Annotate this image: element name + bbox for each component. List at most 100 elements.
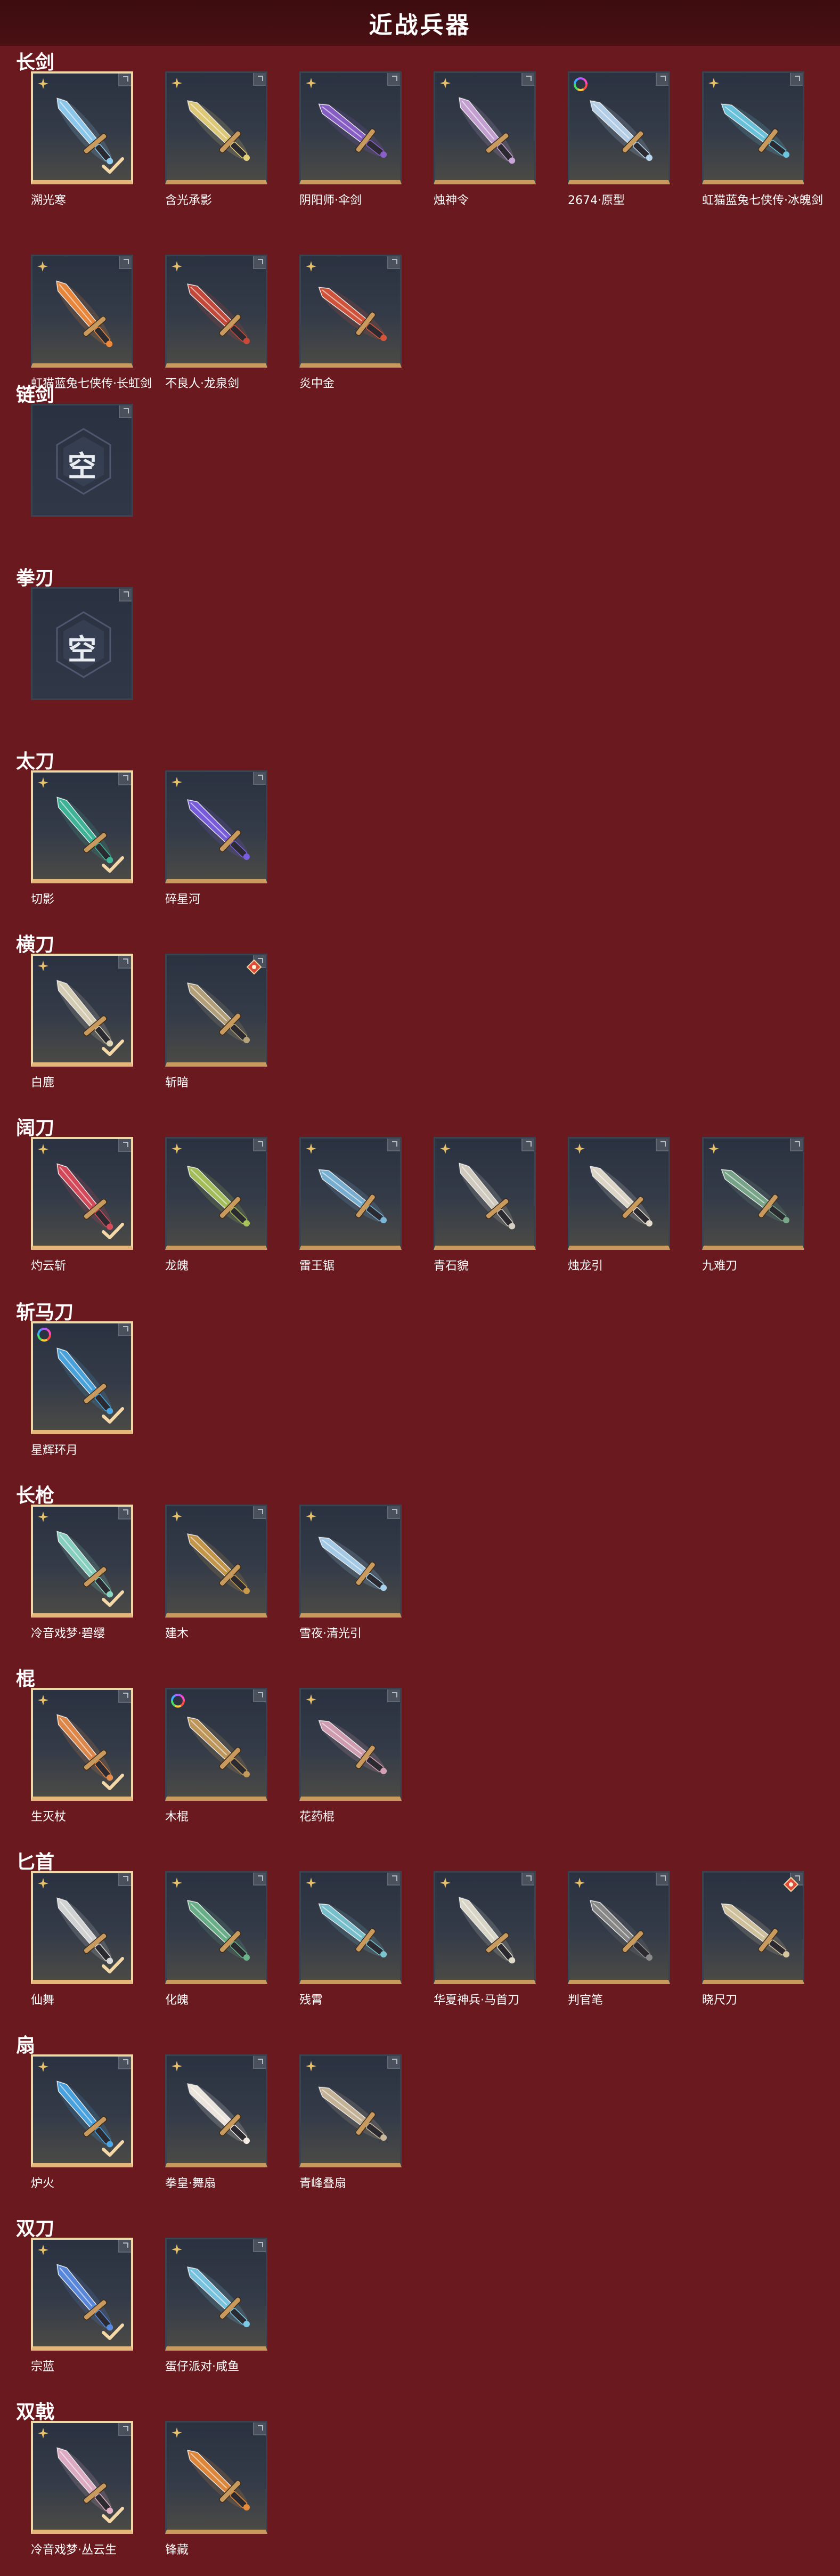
corner-expand-icon: [119, 405, 132, 418]
weapon-card[interactable]: 冷音戏梦·碧缨: [31, 1505, 133, 1640]
equipped-check-icon: [102, 1774, 124, 1790]
weapon-card[interactable]: 华夏神兵·马首刀: [434, 1871, 536, 2007]
weapon-name: 生灭杖: [31, 1810, 67, 1824]
weapon-name: 烛神令: [434, 194, 469, 207]
weapon-card[interactable]: 龙魄: [165, 1137, 267, 1273]
weapon-name: 含光承影: [165, 194, 213, 207]
star-icon: [306, 261, 316, 272]
corner-expand-icon: [387, 73, 400, 86]
weapon-card[interactable]: 建木: [165, 1505, 267, 1640]
weapon-name: 星辉环月: [31, 1444, 78, 1457]
weapon-card[interactable]: 拳皇·舞扇: [165, 2054, 267, 2190]
star-icon: [38, 2061, 48, 2072]
weapon-slot-frame: [31, 770, 133, 883]
weapon-image-icon: [590, 1900, 653, 1961]
weapon-card[interactable]: 青石貌: [434, 1137, 536, 1273]
weapon-card[interactable]: 白鹿: [31, 954, 133, 1090]
weapon-card[interactable]: 星辉环月: [31, 1321, 133, 1457]
weapon-card[interactable]: 雪夜·清光引: [299, 1505, 402, 1640]
weapon-slot-frame: [31, 255, 133, 368]
weapon-slot-frame: [702, 1871, 804, 1984]
weapon-image-icon: [318, 103, 387, 158]
weapon-card[interactable]: 炎中金: [299, 255, 402, 391]
weapon-card[interactable]: 花药棍: [299, 1688, 402, 1824]
star-icon: [574, 1143, 585, 1154]
weapon-image-icon: [187, 1166, 250, 1227]
weapon-card[interactable]: 化魄: [165, 1871, 267, 2007]
corner-expand-icon: [790, 1139, 803, 1151]
weapon-slot-frame: 空: [31, 587, 133, 700]
weapon-card[interactable]: 九难刀: [702, 1137, 804, 1273]
weapon-card[interactable]: 烛龙引: [568, 1137, 670, 1273]
weapon-card[interactable]: 判官笔: [568, 1871, 670, 2007]
star-icon: [306, 1511, 316, 1522]
weapon-slot-frame: [299, 1871, 402, 1984]
weapon-image-icon: [318, 1719, 387, 1775]
weapon-card[interactable]: 碎星河: [165, 770, 267, 906]
weapon-name: 九难刀: [702, 1259, 738, 1273]
category-title: 链剑: [16, 384, 55, 406]
weapon-image-icon: [187, 100, 250, 161]
category-title: 双刀: [16, 2218, 55, 2240]
weapon-card[interactable]: 宗蓝: [31, 2238, 133, 2374]
weapon-card[interactable]: 锋藏: [165, 2421, 267, 2557]
weapon-card[interactable]: 切影: [31, 770, 133, 906]
weapon-image-icon: [721, 1903, 790, 1958]
weapon-name: 碎星河: [165, 893, 201, 906]
weapon-card[interactable]: 炉火: [31, 2054, 133, 2190]
corner-expand-icon: [253, 256, 266, 269]
weapon-slot-frame: [31, 1688, 133, 1801]
weapon-card[interactable]: 含光承影: [165, 71, 267, 207]
corner-expand-icon: [521, 1139, 534, 1151]
weapon-slot-frame: 空: [31, 404, 133, 517]
weapon-card[interactable]: 溯光寒: [31, 71, 133, 207]
weapon-card[interactable]: 冷音戏梦·丛云生: [31, 2421, 133, 2557]
special-badge-icon: [784, 1877, 798, 1892]
weapon-card[interactable]: 蛋仔派对·咸鱼: [165, 2238, 267, 2374]
weapon-card[interactable]: 雷王锯: [299, 1137, 402, 1273]
weapon-card[interactable]: 虹猫蓝兔七侠传·长虹剑: [31, 255, 152, 391]
weapon-image-icon: [318, 2086, 387, 2141]
weapon-card[interactable]: 仙舞: [31, 1871, 133, 2007]
weapon-slot-frame: [31, 2238, 133, 2351]
weapon-slot-frame: [702, 1137, 804, 1250]
weapon-slot-frame: [568, 1137, 670, 1250]
weapon-card[interactable]: 虹猫蓝兔七侠传·冰魄剑: [702, 71, 823, 207]
category-title: 斩马刀: [16, 1302, 74, 1323]
empty-weapon-slot[interactable]: 空: [31, 587, 133, 708]
weapon-name: 炉火: [31, 2177, 55, 2190]
weapon-card[interactable]: 斩暗: [165, 954, 267, 1090]
weapon-card[interactable]: 阴阳师·伞剑: [299, 71, 402, 207]
weapon-image-icon: [318, 1536, 387, 1591]
weapon-name: 残霄: [299, 1994, 323, 2007]
weapon-card[interactable]: 不良人·龙泉剑: [165, 255, 267, 391]
weapon-slot-frame: [165, 770, 267, 883]
weapon-card[interactable]: 晓尺刀: [702, 1871, 804, 2007]
weapon-card[interactable]: 2674·原型: [568, 71, 670, 207]
corner-expand-icon: [387, 1139, 400, 1151]
weapon-slot-frame: [31, 1871, 133, 1984]
empty-weapon-slot[interactable]: 空: [31, 404, 133, 524]
weapon-slot-frame: [299, 2054, 402, 2167]
star-icon: [37, 261, 48, 272]
weapon-name: 烛龙引: [568, 1259, 604, 1273]
weapon-card[interactable]: 残霄: [299, 1871, 402, 2007]
weapon-name: 青石貌: [434, 1259, 469, 1273]
star-icon: [172, 78, 182, 88]
corner-expand-icon: [387, 256, 400, 269]
corner-expand-icon: [521, 73, 534, 86]
star-icon: [172, 1878, 182, 1888]
weapon-card[interactable]: 木棍: [165, 1688, 267, 1824]
weapon-card[interactable]: 烛神令: [434, 71, 536, 207]
weapon-card[interactable]: 青峰叠扇: [299, 2054, 402, 2190]
equipped-check-icon: [102, 1957, 124, 1973]
star-icon: [38, 777, 48, 788]
weapon-card[interactable]: 灼云斩: [31, 1137, 133, 1273]
category-title: 匕首: [16, 1851, 55, 1873]
weapon-slot-frame: [31, 71, 133, 184]
category-title: 长枪: [16, 1485, 55, 1507]
weapon-slot-frame: [165, 1137, 267, 1250]
corner-expand-icon: [118, 2057, 131, 2069]
weapon-card[interactable]: 生灭杖: [31, 1688, 133, 1824]
category-title: 太刀: [16, 751, 55, 773]
